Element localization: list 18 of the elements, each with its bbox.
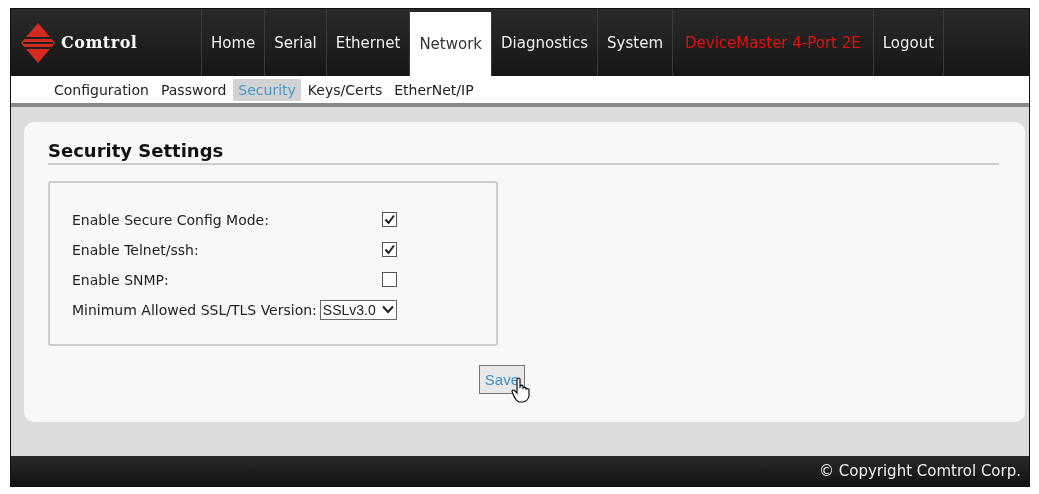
nav-tab[interactable]: Network <box>410 12 492 76</box>
setting-label: Enable Telnet/ssh: <box>72 241 200 258</box>
sub-tab[interactable]: Keys/Certs <box>302 78 388 101</box>
setting-label: Minimum Allowed SSL/TLS Version: <box>72 301 317 318</box>
sub-tab[interactable]: Configuration <box>49 78 154 101</box>
checkbox[interactable] <box>382 272 397 287</box>
copyright-text: © Copyright Comtrol Corp. <box>818 462 1021 480</box>
setting-label: Enable SNMP: <box>72 271 170 288</box>
sub-tab[interactable]: EtherNet/IP <box>389 78 479 101</box>
logo-icon <box>21 22 55 63</box>
sub-tab[interactable]: Password <box>155 78 232 101</box>
section-title: Security Settings <box>48 140 999 165</box>
checkbox[interactable] <box>382 242 397 257</box>
checkbox[interactable] <box>382 212 397 227</box>
brand-name: Comtrol <box>61 33 138 52</box>
setting-label: Enable Secure Config Mode: <box>72 211 270 228</box>
caret-icon <box>381 305 394 314</box>
version-dropdown[interactable]: SSLv3.0 <box>319 299 397 320</box>
